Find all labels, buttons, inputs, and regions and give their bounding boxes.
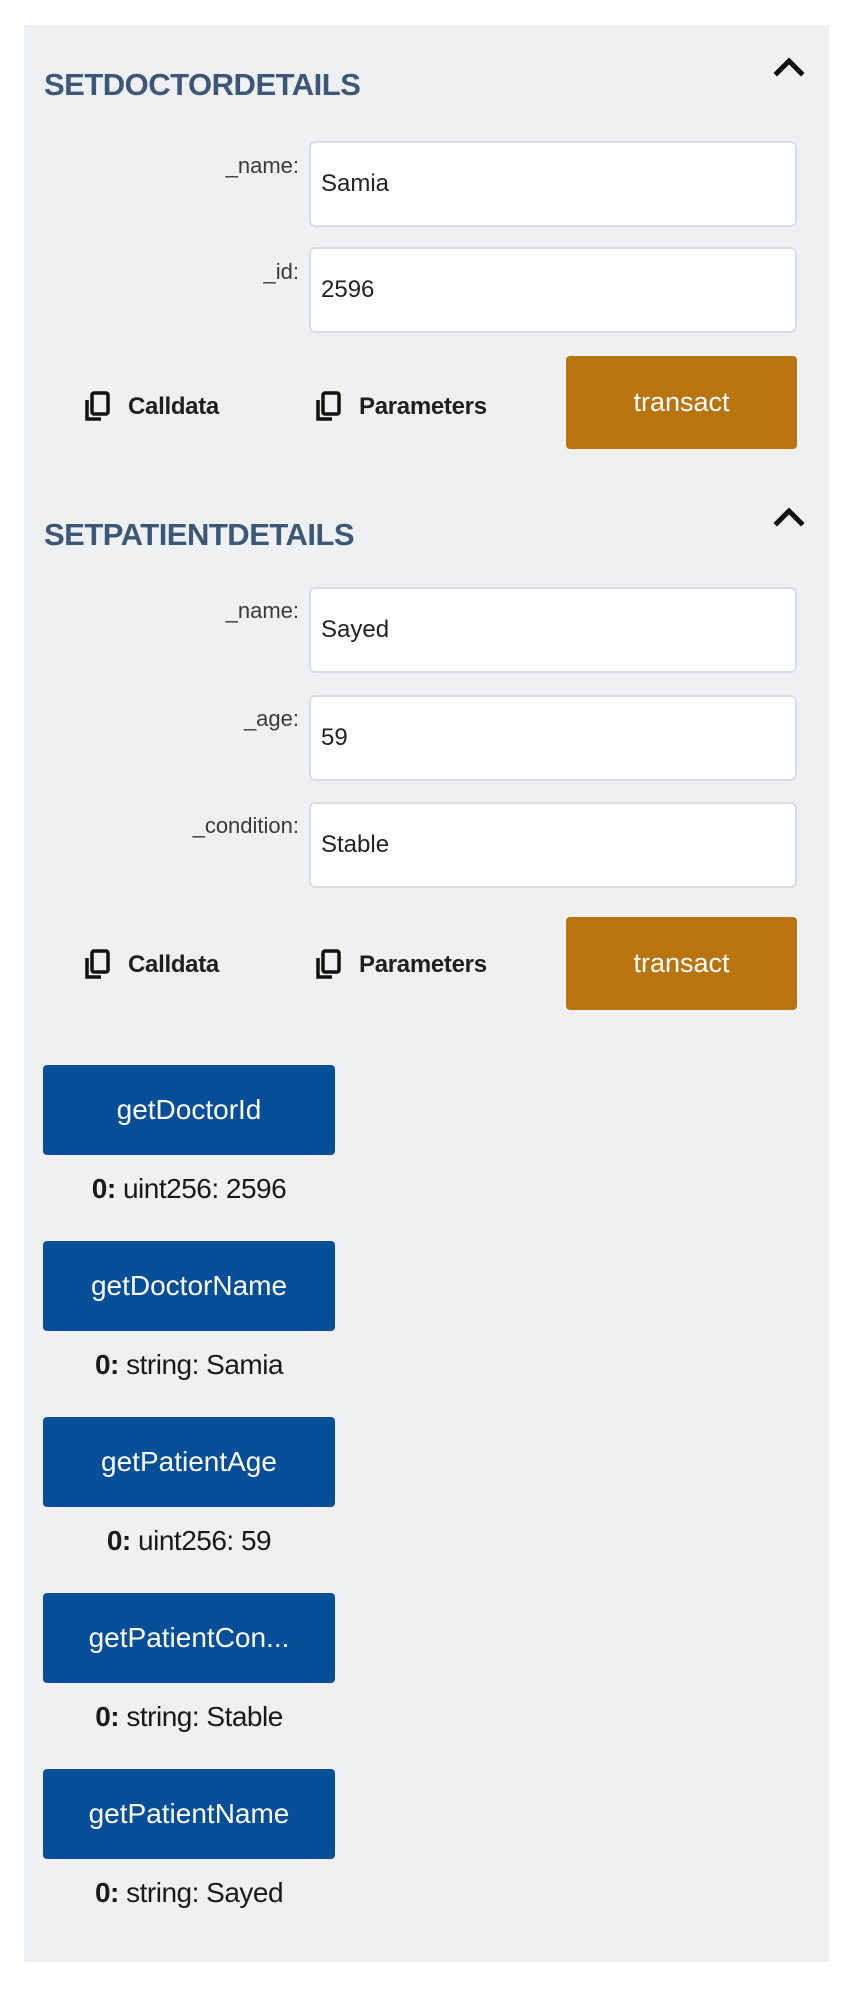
copy-icon — [316, 391, 341, 421]
result-index: 0: — [91, 1173, 116, 1204]
copy-calldata-button[interactable]: Calldata — [82, 387, 219, 427]
result-value: uint256: 2596 — [122, 1173, 287, 1204]
result-value: uint256: 59 — [138, 1525, 272, 1556]
result-index: 0: — [94, 1877, 119, 1908]
copy-parameters-button[interactable]: Parameters — [313, 945, 487, 985]
age-label: _age: — [243, 706, 299, 731]
result-index: 0: — [106, 1525, 131, 1556]
call-result: 0: string: Samia — [43, 1349, 335, 1381]
copy-icon — [85, 949, 110, 979]
result-index: 0: — [94, 1349, 119, 1380]
copy-icon — [316, 949, 341, 979]
result-value: string: Stable — [126, 1701, 283, 1732]
name-label: _name: — [225, 153, 299, 178]
contract-functions-panel: SETDOCTORDETAILS _name: _id: Calldata Pa… — [24, 25, 829, 1962]
patient-age-input[interactable] — [309, 695, 797, 781]
collapse-button[interactable] — [769, 51, 809, 81]
transact-button[interactable]: transact — [566, 356, 797, 449]
name-label: _name: — [225, 598, 299, 623]
condition-label: _condition: — [192, 813, 299, 838]
get-doctor-name-button[interactable]: getDoctorName — [43, 1241, 335, 1331]
patient-name-input[interactable] — [309, 587, 797, 673]
call-result: 0: string: Sayed — [43, 1877, 335, 1909]
parameters-label: Parameters — [359, 951, 487, 978]
copy-parameters-button[interactable]: Parameters — [313, 387, 487, 427]
parameters-label: Parameters — [359, 393, 487, 420]
result-value: string: Sayed — [126, 1877, 284, 1908]
chevron-up-icon — [773, 507, 805, 527]
get-patient-age-button[interactable]: getPatientAge — [43, 1417, 335, 1507]
collapse-button[interactable] — [769, 501, 809, 531]
result-value: string: Samia — [126, 1349, 284, 1380]
doctor-id-input[interactable] — [309, 247, 797, 333]
copy-calldata-button[interactable]: Calldata — [82, 945, 219, 985]
id-label: _id: — [263, 259, 299, 284]
doctor-name-input[interactable] — [309, 141, 797, 227]
section-title: SETPATIENTDETAILS — [44, 517, 355, 552]
patient-condition-input[interactable] — [309, 802, 797, 888]
calldata-label: Calldata — [128, 951, 219, 978]
calldata-label: Calldata — [128, 393, 219, 420]
get-doctor-id-button[interactable]: getDoctorId — [43, 1065, 335, 1155]
get-patient-name-button[interactable]: getPatientName — [43, 1769, 335, 1859]
transact-button[interactable]: transact — [566, 917, 797, 1010]
call-result: 0: uint256: 59 — [43, 1525, 335, 1557]
copy-icon — [85, 391, 110, 421]
call-result: 0: string: Stable — [43, 1701, 335, 1733]
result-index: 0: — [95, 1701, 120, 1732]
chevron-up-icon — [773, 57, 805, 77]
call-result: 0: uint256: 2596 — [43, 1173, 335, 1205]
section-title: SETDOCTORDETAILS — [44, 67, 361, 102]
get-patient-condition-button[interactable]: getPatientCon... — [43, 1593, 335, 1683]
